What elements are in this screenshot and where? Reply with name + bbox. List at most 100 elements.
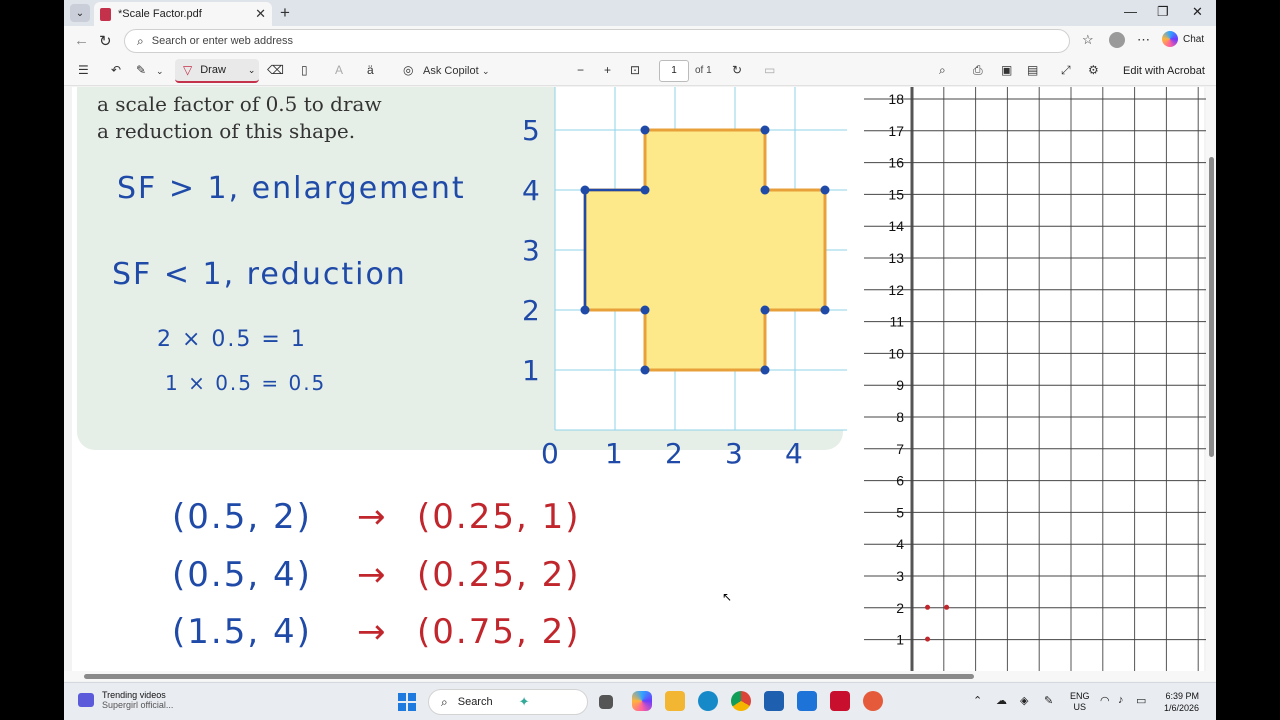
pen-icon: ▽ [183,63,193,77]
vertex-point [580,305,590,315]
clock[interactable]: 6:39 PM 1/6/2026 [1164,690,1199,714]
wifi-icon[interactable]: ◠ [1100,694,1110,707]
url-input[interactable]: ⌕ Search or enter web address [124,29,1070,53]
chevron-down-icon: ⌄ [75,7,85,19]
mouse-cursor: ↖ [722,590,733,604]
mapping-to: (0.25, 1) [417,497,581,537]
zoom-in-button[interactable]: + [604,63,611,77]
mcafee-icon[interactable] [830,691,850,711]
video-icon [78,693,94,707]
maximize-button[interactable]: ❐ [1157,4,1169,20]
task-view-icon[interactable] [599,695,613,709]
search-highlight-icon: ✦ [518,694,530,709]
instruction-line-2: a reduction of this shape. [97,119,356,143]
cloud-icon[interactable]: ☁ [996,694,1007,707]
tab-list-button[interactable]: ⌄ [70,4,90,22]
more-options-icon[interactable]: ⋯ [1137,32,1150,48]
coordinate-graph: 0 1 2 3 4 5 1 2 3 4 5 [522,87,847,470]
new-tab-button[interactable]: + [280,3,290,23]
chevron-down-icon[interactable]: ⌄ [156,66,164,77]
start-button[interactable] [398,693,416,711]
vertical-scrollbar[interactable] [1206,87,1216,671]
language-indicator[interactable]: ENG US [1070,691,1090,713]
pdf-icon [100,7,111,21]
document-viewport[interactable]: a scale factor of 0.5 to draw a reductio… [64,87,1206,671]
y-axis-label: 17 [888,123,904,139]
edit-with-acrobat-button[interactable]: Edit with Acrobat [1123,65,1205,77]
save-icon[interactable]: ▣ [1001,63,1012,77]
address-bar: ← ↻ ⌕ Search or enter web address ☆ ⋯ Ch… [64,26,1216,56]
y-axis-label: 6 [896,473,904,489]
mapping-from: (1.5, 4) [172,612,312,652]
letterbox-right [1216,0,1280,720]
refresh-button[interactable]: ↻ [99,32,112,50]
vertex-point [640,125,650,135]
copilot-chat-button[interactable]: Chat [1162,31,1204,47]
vertex-point [820,305,830,315]
gear-icon[interactable]: ⚙ [1088,63,1099,77]
news-title: Trending videos [102,690,166,700]
fit-width-icon[interactable]: ⊡ [630,63,640,77]
copilot-outline-icon[interactable]: ◎ [403,63,413,77]
avatar[interactable] [1109,32,1125,48]
fullscreen-icon[interactable]: ⤢ [1061,63,1071,78]
chat-label: Chat [1183,33,1205,45]
edge-icon[interactable] [698,691,718,711]
app-icon[interactable] [863,691,883,711]
instruction-text: a scale factor of 0.5 to draw a reductio… [97,91,382,145]
contents-icon[interactable]: ☰ [78,63,89,77]
taskbar: Trending videos Supergirl official... ⌕ … [64,682,1216,720]
shield-icon[interactable]: ◈ [1020,694,1028,707]
mapping-to: (0.75, 2) [417,612,581,652]
chevron-up-icon[interactable]: ⌃ [973,694,982,707]
eraser-icon[interactable]: ⌫ [267,63,284,77]
news-widget[interactable]: Trending videos Supergirl official... [78,690,173,710]
save-as-icon[interactable]: ▤ [1027,63,1038,77]
volume-icon[interactable]: ♪ [1118,694,1124,706]
find-icon[interactable]: ⌕ [939,63,946,78]
page-number-input[interactable]: 1 [659,60,689,82]
draw-button[interactable]: ▽ Draw ⌄ [175,59,259,83]
scroll-thumb[interactable] [84,674,974,679]
note-reduction: SF < 1, reduction [112,257,407,292]
favorites-icon[interactable]: ☆ [1082,32,1094,48]
taskbar-search-label: Search [457,696,493,708]
minimize-button[interactable]: — [1124,4,1137,19]
lang-line-1: ENG [1070,691,1090,701]
app-icon[interactable] [797,691,817,711]
chrome-icon[interactable] [731,691,751,711]
battery-icon[interactable]: ▭ [1136,694,1146,707]
vertex-point [640,305,650,315]
pen-icon[interactable]: ✎ [1044,694,1053,707]
ask-copilot-label[interactable]: Ask Copilot [423,65,479,77]
text-icon[interactable]: A [335,63,343,77]
close-icon[interactable]: ✕ [255,6,266,22]
tab-bar: ⌄ *Scale Factor.pdf ✕ + — ❐ ✕ [64,0,1216,26]
letterbox-left [0,0,64,720]
taskbar-search[interactable]: ⌕ Search ✦ [428,689,588,715]
store-icon[interactable] [764,691,784,711]
rotate-icon[interactable]: ↻ [732,63,742,77]
tab-scale-factor[interactable]: *Scale Factor.pdf ✕ [94,2,272,26]
back-button[interactable]: ← [74,32,89,49]
vertex-point [760,185,770,195]
file-explorer-icon[interactable] [665,691,685,711]
close-window-button[interactable]: ✕ [1192,4,1203,20]
y-axis-label: 2 [896,600,904,616]
read-aloud-icon[interactable]: ä [367,63,374,77]
undo-icon[interactable]: ↶ [111,63,121,77]
browser-window: ⌄ *Scale Factor.pdf ✕ + — ❐ ✕ ← ↻ ⌕ Sear… [64,0,1216,720]
highlight-icon[interactable]: ✎ [136,63,146,77]
y-axis-label: 15 [888,186,904,202]
print-icon[interactable]: ⎙ [973,63,983,78]
scroll-thumb[interactable] [1209,157,1214,457]
y-axis-label: 8 [896,409,904,425]
zoom-out-button[interactable]: − [577,63,584,77]
copilot-app-icon[interactable] [632,691,652,711]
chevron-down-icon[interactable]: ⌄ [482,66,490,77]
y-axis-label: 1 [896,632,904,648]
horizontal-scrollbar[interactable] [64,671,1216,681]
page-view-icon[interactable]: ▭ [764,63,775,77]
mapping-to: (0.25, 2) [417,555,581,595]
text-box-icon[interactable]: ▯ [301,63,308,77]
